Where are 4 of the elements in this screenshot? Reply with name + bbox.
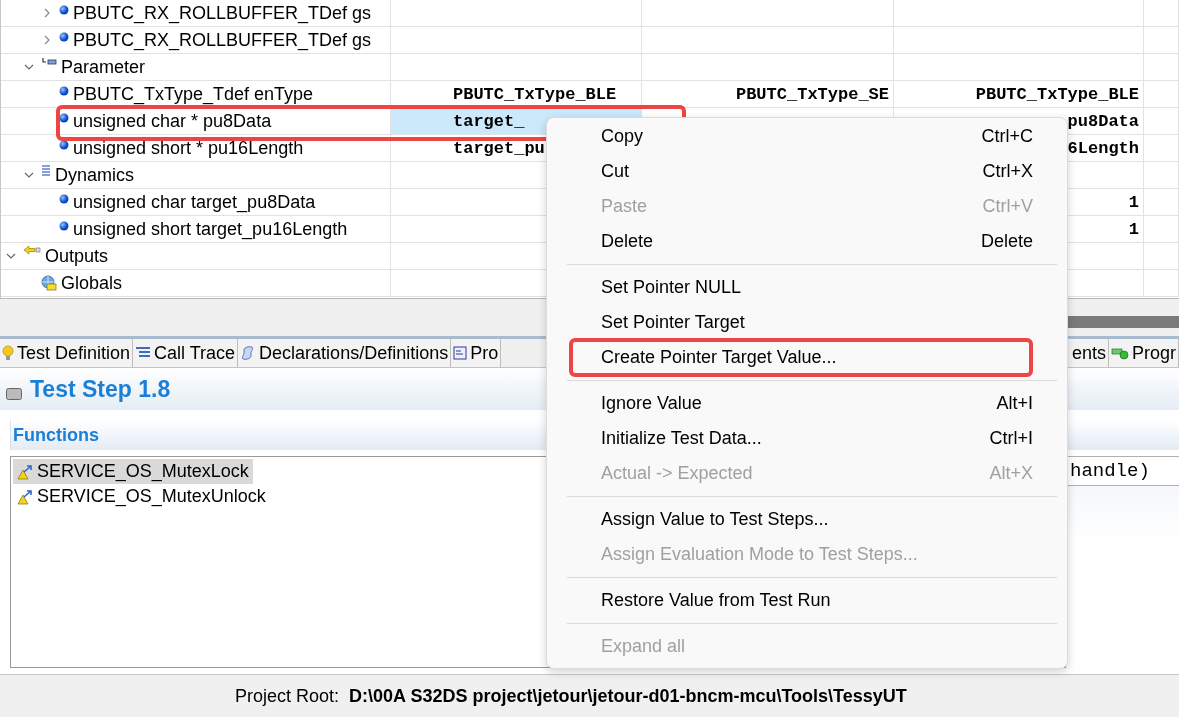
project-path: D:\00A S32DS project\jetour\jetour-d01-bncm-mcu\Tools\TessyUT — [349, 685, 907, 707]
status-label: Project Root: — [235, 685, 340, 707]
section-title: Functions — [13, 424, 99, 446]
test-step-title: Test Step 1.8 — [30, 375, 171, 403]
